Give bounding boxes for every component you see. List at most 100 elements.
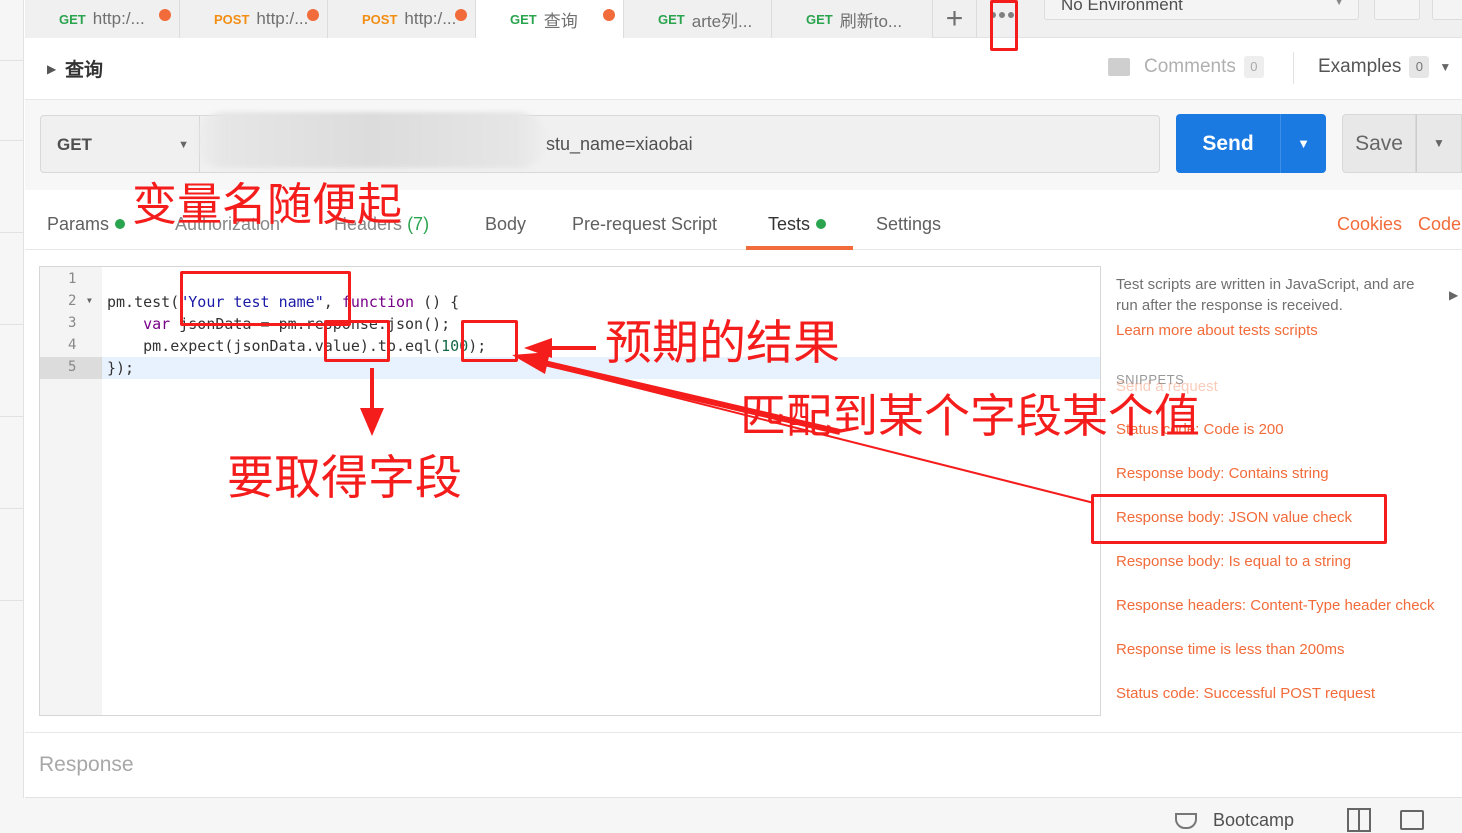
annotation-expected-result: 预期的结果 [605,316,840,371]
request-tab[interactable]: GET 刷新to... [772,0,933,38]
tab-tests-label: Tests [768,214,811,234]
caret-right-icon[interactable]: ▶ [47,62,56,76]
environment-select[interactable]: No Environment ▼ [1044,0,1359,20]
sidebar-edge [0,0,24,833]
request-name[interactable]: 查询 [65,55,103,82]
line-number: 4 [68,337,77,353]
tab-params[interactable]: Params [47,214,126,235]
comments-label: Comments [1144,56,1236,77]
tab-method: GET [658,11,685,27]
tab-body[interactable]: Body [485,214,526,235]
tab-label: http:/... [256,9,309,28]
graduation-cap-icon [1175,812,1197,829]
annotation-box-more [990,0,1018,51]
snippet-item[interactable]: Status code: Successful POST request [1116,685,1375,702]
fold-arrow-icon: ▼ [87,296,92,305]
method-value: GET [57,135,92,154]
response-pane: Response [25,732,1462,798]
headers-count: (7) [407,214,430,234]
unsaved-dot-icon [307,9,319,21]
examples-button[interactable]: Examples 0 ▼ [1318,56,1451,78]
annotation-box-expected [461,320,518,362]
snippets-panel: Test scripts are written in JavaScript, … [1101,266,1462,716]
bootcamp-label: Bootcamp [1213,810,1295,830]
tab-method: GET [806,11,833,27]
request-tab-active[interactable]: GET 查询 [476,0,624,39]
url-value: stu_name=xiaobai [546,134,693,154]
tab-method: POST [214,11,250,27]
request-tab[interactable]: GET http:/... [25,0,180,38]
unsaved-dot-icon [455,9,467,21]
examples-label: Examples [1318,56,1402,77]
tab-tests[interactable]: Tests [768,214,827,235]
tab-label: http:/... [92,9,145,28]
examples-count: 0 [1409,56,1430,78]
comments-button[interactable]: Comments 0 [1108,56,1264,78]
status-dot-icon [816,219,827,229]
chevron-down-icon: ▼ [178,139,189,151]
code-link[interactable]: Code [1418,214,1461,235]
snippets-description: Test scripts are written in JavaScript, … [1116,276,1415,314]
code-line: pm.expect(jsonData.value).to.eql(100); [107,337,487,355]
gear-icon[interactable] [1432,0,1462,20]
snippet-item[interactable]: Response headers: Content-Type header ch… [1116,597,1435,614]
chevron-down-icon: ▼ [1439,60,1452,74]
eye-icon[interactable] [1374,0,1420,20]
snippet-item[interactable]: Response body: Is equal to a string [1116,553,1351,570]
request-tab[interactable]: POST http:/... [328,0,476,38]
tab-params-label: Params [47,214,110,234]
request-tab[interactable]: POST http:/... [180,0,328,38]
active-line-highlight [102,357,1100,379]
tab-method: GET [59,11,86,27]
method-select[interactable]: GET ▼ [40,115,200,173]
send-dropdown-icon[interactable]: ▼ [1280,114,1326,173]
keyboard-icon[interactable] [1400,810,1424,830]
line-number: 2 ▼ [68,293,92,309]
tab-label: 查询 [543,12,578,31]
tab-settings[interactable]: Settings [876,214,941,235]
annotation-box-snippet [1091,494,1387,544]
line-number: 3 [68,315,77,331]
tab-method: GET [510,12,537,27]
tab-label: 刷新to... [839,11,903,31]
tests-code-editor[interactable]: 1 2 ▼ 3 4 5 pm.test("Your test name", fun… [39,266,1101,716]
tab-prerequest-script[interactable]: Pre-request Script [572,214,717,235]
chevron-down-icon: ▼ [1334,0,1344,8]
request-tab[interactable]: GET arte列... [624,0,772,38]
save-dropdown-icon[interactable]: ▼ [1416,114,1462,173]
comments-count: 0 [1243,56,1264,78]
send-button[interactable]: Send [1176,114,1280,173]
line-number: 5 [40,357,102,379]
unsaved-dot-icon [159,9,171,21]
environment-selected: No Environment [1061,0,1183,14]
annotation-box-test-name [180,271,351,326]
editor-gutter: 1 2 ▼ 3 4 5 [40,267,102,715]
two-pane-layout-icon[interactable] [1347,808,1371,832]
response-label: Response [39,753,134,776]
unsaved-dot-icon [603,9,615,21]
request-tab-bar: GET http:/... POST http:/... POST http:/… [25,0,1462,39]
annotation-field-to-get: 要取得字段 [227,451,462,506]
snippet-item[interactable]: Response body: Contains string [1116,465,1329,482]
status-dot-icon [115,219,126,229]
snippet-item[interactable]: Response time is less than 200ms [1116,641,1344,658]
code-line: }); [107,359,135,377]
bootcamp-button[interactable]: Bootcamp [1175,810,1294,831]
tab-label: http:/... [404,9,457,28]
cookies-link[interactable]: Cookies [1337,214,1402,235]
annotation-match-field-value: 匹配到某个字段某个值 [740,389,1200,443]
save-button[interactable]: Save [1342,114,1416,173]
annotation-variable-name: 变量名随便起 [132,178,403,231]
request-header: ▶ 查询 Comments 0 Examples 0 ▼ [25,38,1462,100]
comment-icon [1108,58,1130,76]
plus-icon[interactable]: + [933,0,977,38]
collapse-arrow-icon[interactable]: ▶ [1449,288,1458,302]
status-bar: Bootcamp [0,798,1462,833]
line-number: 1 [68,271,77,287]
learn-more-link[interactable]: Learn more about tests scripts [1116,322,1318,339]
annotation-box-value [324,320,390,362]
tab-label: arte列... [691,11,753,31]
divider [1293,52,1294,84]
tab-method: POST [362,11,398,27]
active-tab-indicator [746,246,853,250]
